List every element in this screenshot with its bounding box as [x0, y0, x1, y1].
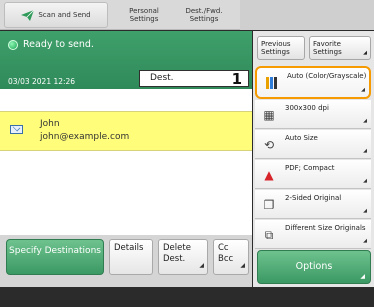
- resolution-icon: ▦: [263, 108, 275, 122]
- setting-scan-size[interactable]: ⟲ Auto Size ◢: [255, 130, 371, 159]
- ready-indicator-icon: [8, 39, 18, 50]
- corner-arrow-icon: ◢: [363, 148, 367, 154]
- specify-destinations-button[interactable]: Specify Destinations: [6, 239, 104, 275]
- pdf-file-icon: ▲: [264, 168, 274, 182]
- details-button-label: Details: [114, 243, 144, 253]
- top-tab-bar: Scan and Send Personal Settings Dest./Fw…: [0, 0, 374, 30]
- cc-bcc-button-label: Cc Bcc: [218, 243, 234, 264]
- setting-scan-size-label: Auto Size: [285, 134, 318, 142]
- color-mode-icon: [263, 75, 279, 91]
- setting-file-format-label: PDF; Compact: [285, 164, 335, 172]
- destination-row[interactable]: John john@example.com: [0, 111, 252, 151]
- tab-personal-settings-label: Personal Settings: [129, 7, 159, 23]
- destination-email: john@example.com: [40, 132, 130, 142]
- specify-destinations-label: Specify Destinations: [9, 246, 101, 256]
- corner-arrow-icon: ◢: [363, 238, 367, 244]
- previous-settings-button[interactable]: Previous Settings: [257, 36, 305, 60]
- setting-resolution-label: 300x300 dpi: [285, 104, 329, 112]
- tab-personal-settings[interactable]: Personal Settings: [116, 2, 172, 28]
- previous-settings-label: Previous Settings: [261, 40, 291, 56]
- setting-different-size[interactable]: ⧉ Different Size Originals ◢: [255, 220, 371, 249]
- corner-arrow-icon: ◢: [363, 178, 367, 184]
- tab-dest-fwd-settings[interactable]: Dest./Fwd. Settings: [174, 2, 234, 28]
- tab-bar-filler: [240, 0, 374, 30]
- different-size-icon: ⧉: [264, 227, 274, 242]
- setting-two-sided[interactable]: ❐ 2-Sided Original ◢: [255, 190, 371, 219]
- corner-arrow-icon: ◢: [363, 50, 367, 56]
- destination-count: 1: [231, 70, 242, 88]
- tab-scan-and-send-label: Scan and Send: [38, 11, 91, 19]
- setting-resolution[interactable]: ▦ 300x300 dpi ◢: [255, 100, 371, 129]
- favorite-settings-button[interactable]: Favorite Settings ◢: [309, 36, 371, 60]
- tab-scan-and-send[interactable]: Scan and Send: [4, 2, 108, 28]
- options-button-label: Options: [295, 261, 333, 272]
- setting-different-size-label: Different Size Originals: [285, 224, 366, 232]
- two-sided-icon: ❐: [263, 198, 275, 212]
- corner-arrow-icon: ◢: [363, 118, 367, 124]
- status-message-text: Ready to send.: [23, 39, 94, 50]
- scan-size-icon: ⟲: [263, 138, 275, 152]
- options-button[interactable]: Options ◢: [257, 250, 371, 284]
- corner-arrow-icon: ◢: [199, 262, 204, 269]
- status-message: Ready to send.: [8, 39, 94, 50]
- setting-color-mode[interactable]: Auto (Color/Grayscale) ◢: [255, 66, 371, 99]
- delete-dest-button[interactable]: Delete Dest. ◢: [158, 239, 208, 275]
- corner-arrow-icon: ◢: [363, 208, 367, 214]
- tab-dest-fwd-settings-label: Dest./Fwd. Settings: [185, 7, 223, 23]
- corner-arrow-icon: ◢: [360, 273, 365, 280]
- destination-counter-label: Dest.: [150, 73, 174, 83]
- delete-dest-button-label: Delete Dest.: [163, 243, 191, 264]
- setting-two-sided-label: 2-Sided Original: [285, 194, 342, 202]
- corner-arrow-icon: ◢: [240, 262, 245, 269]
- corner-arrow-icon: ◢: [361, 87, 365, 93]
- details-button[interactable]: Details: [109, 239, 153, 275]
- email-icon: [10, 125, 23, 134]
- setting-file-format[interactable]: ▲ PDF; Compact ◢: [255, 160, 371, 189]
- setting-color-mode-label: Auto (Color/Grayscale): [287, 72, 367, 80]
- favorite-settings-label: Favorite Settings: [313, 40, 342, 56]
- date-time: 03/03 2021 12:26: [8, 77, 76, 86]
- cc-bcc-button[interactable]: Cc Bcc ◢: [213, 239, 249, 275]
- paper-plane-icon: [21, 9, 35, 21]
- destination-counter: Dest. 1: [139, 70, 249, 88]
- destination-name: John: [40, 119, 60, 129]
- bottom-status-bar: [0, 287, 374, 307]
